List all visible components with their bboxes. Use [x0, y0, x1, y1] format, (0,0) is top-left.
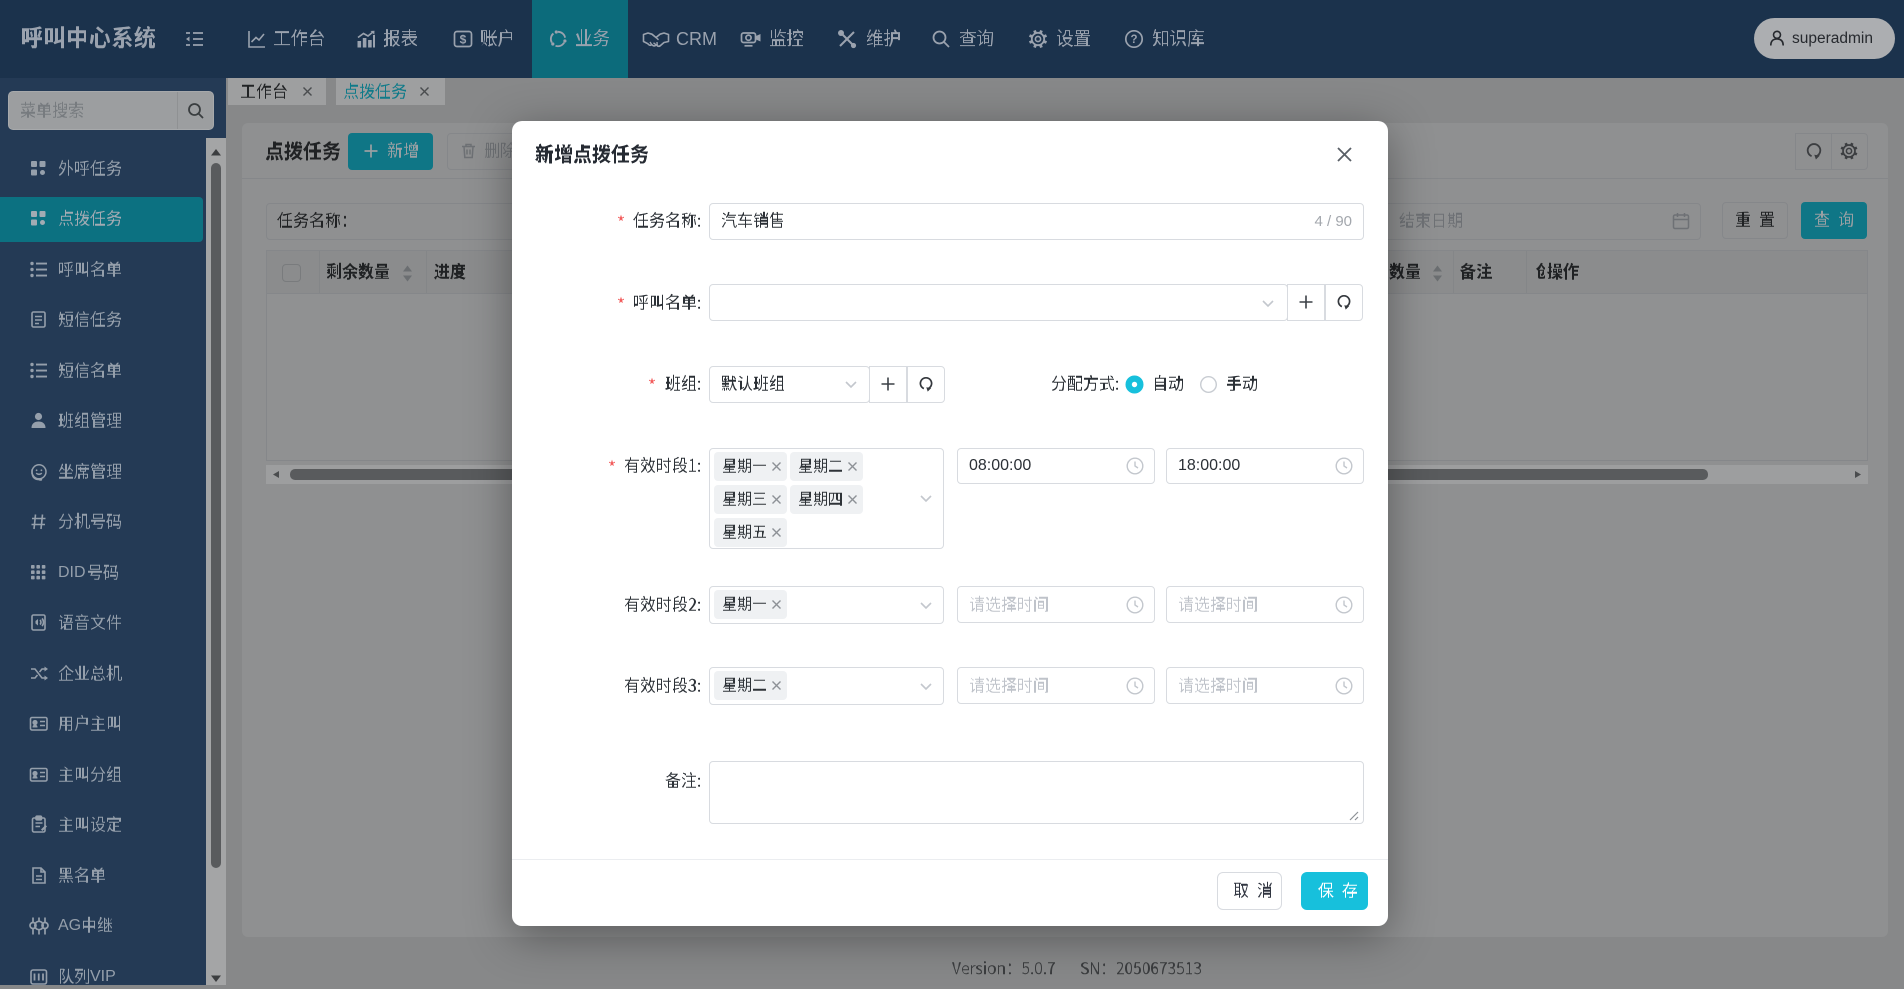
svg-text:$: $ [460, 33, 467, 47]
svg-text:?: ? [1130, 34, 1137, 46]
